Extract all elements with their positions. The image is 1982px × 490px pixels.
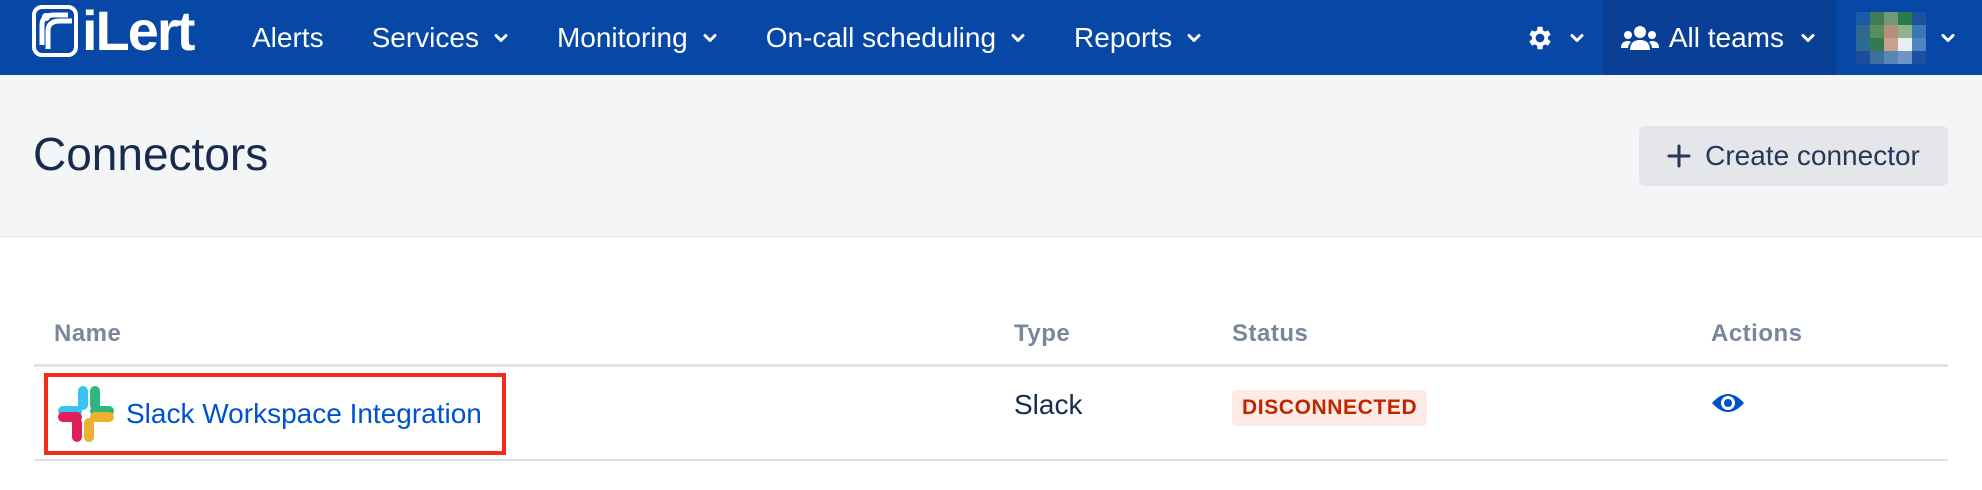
create-connector-label: Create connector: [1705, 140, 1920, 171]
nav-item-label: Reports: [1074, 21, 1173, 53]
nav-item-monitoring[interactable]: Monitoring: [557, 0, 718, 75]
nav-item-label: Services: [371, 21, 479, 53]
page-title: Connectors: [33, 128, 269, 180]
column-header-status: Status: [1232, 320, 1309, 347]
eye-icon[interactable]: [1710, 389, 1746, 417]
chevron-down-icon: [703, 33, 717, 42]
chevron-down-icon: [1801, 33, 1815, 42]
create-connector-button[interactable]: Create connector: [1639, 126, 1948, 186]
nav-item-on-call-scheduling[interactable]: On-call scheduling: [766, 0, 1026, 75]
nav-right-group: All teams: [1525, 0, 1982, 75]
logo-text: iLert: [82, 0, 195, 62]
connector-name: Slack Workspace Integration: [126, 398, 482, 429]
chevron-down-icon: [494, 33, 508, 42]
settings-menu[interactable]: [1525, 23, 1585, 53]
connector-type: Slack: [1014, 389, 1083, 420]
nav-item-alerts[interactable]: Alerts: [252, 0, 324, 75]
column-header-name: Name: [54, 320, 122, 347]
table-row: Slack Workspace Integration Slack DISCON…: [34, 367, 1948, 461]
column-header-type: Type: [1014, 320, 1071, 347]
nav-item-reports[interactable]: Reports: [1074, 0, 1202, 75]
gear-icon: [1529, 26, 1551, 49]
chevron-down-icon: [1011, 33, 1025, 42]
nav-item-label: On-call scheduling: [765, 21, 997, 53]
ilert-logo-mark-icon: [32, 5, 78, 57]
slack-logo-icon: [58, 386, 114, 442]
table-header: Name Type Status Actions: [34, 300, 1948, 367]
teams-label: All teams: [1668, 21, 1784, 53]
user-menu[interactable]: [1836, 0, 1982, 75]
chevron-down-icon: [1570, 33, 1584, 42]
top-navigation-bar: iLert Alerts Services Monitoring On-call…: [0, 0, 1982, 75]
ilert-logo[interactable]: iLert: [32, 0, 195, 62]
main-menu: Alerts Services Monitoring On-call sched…: [252, 0, 1250, 75]
avatar: [1856, 11, 1926, 64]
plus-icon: [1667, 144, 1691, 168]
nav-item-label: Monitoring: [556, 21, 688, 53]
chevron-down-icon: [1187, 33, 1201, 42]
chevron-down-icon: [1941, 33, 1955, 42]
nav-item-services[interactable]: Services: [372, 0, 509, 75]
column-header-actions: Actions: [1711, 320, 1803, 347]
page-header: Connectors Create connector: [0, 75, 1982, 237]
users-icon: [1620, 25, 1659, 50]
status-badge: DISCONNECTED: [1232, 390, 1428, 426]
nav-item-label: Alerts: [252, 21, 324, 53]
connector-name-link[interactable]: Slack Workspace Integration: [44, 373, 506, 455]
teams-selector[interactable]: All teams: [1602, 0, 1836, 75]
connectors-table: Name Type Status Actions Slack Workspace…: [34, 300, 1948, 461]
